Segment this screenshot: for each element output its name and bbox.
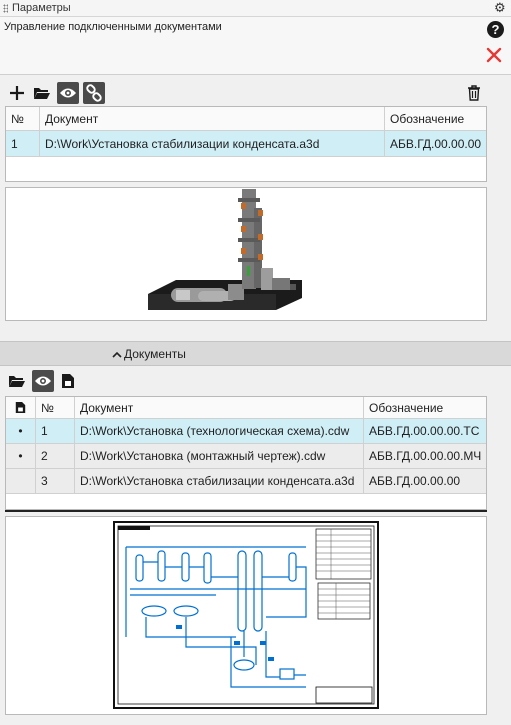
trash-icon	[468, 85, 480, 101]
page-subtitle: Управление подключенными документами	[4, 21, 222, 33]
preview-toggle-button-lower[interactable]	[32, 370, 54, 392]
row-number: 3	[36, 469, 75, 494]
column-header-number[interactable]: №	[6, 107, 40, 131]
divider	[5, 510, 487, 512]
model-preview	[5, 187, 487, 321]
window-title: Параметры	[12, 2, 71, 14]
document-link-button[interactable]	[57, 370, 79, 392]
column-header-number[interactable]: №	[36, 397, 75, 419]
row-linked-marker	[6, 469, 36, 494]
row-document: D:\Work\Установка стабилизации конденсат…	[75, 469, 364, 494]
table-row[interactable]: 1 D:\Work\Установка стабилизации конденс…	[6, 131, 486, 157]
connected-documents-table: № Документ Обозначение 1 D:\Work\Установ…	[5, 106, 487, 182]
open-folder-button[interactable]	[31, 82, 53, 104]
row-linked-marker: •	[6, 419, 36, 444]
documents-splitter[interactable]: Документы	[0, 341, 511, 366]
technological-scheme-drawing-image	[113, 521, 379, 709]
row-code: АБВ.ГД.00.00.00.МЧ	[364, 444, 486, 469]
row-number: 1	[36, 419, 75, 444]
add-button[interactable]	[6, 82, 28, 104]
row-code: АБВ.ГД.00.00.00.ТС	[364, 419, 486, 444]
delete-button[interactable]	[463, 82, 485, 104]
open-folder-button-lower[interactable]	[6, 370, 28, 392]
column-header-document[interactable]: Документ	[40, 107, 385, 131]
document-icon	[15, 402, 26, 413]
preview-toggle-button[interactable]	[57, 82, 79, 104]
row-code: АБВ.ГД.00.00.00	[364, 469, 486, 494]
folder-icon	[34, 88, 50, 99]
eye-icon	[35, 376, 51, 386]
row-linked-marker: •	[6, 444, 36, 469]
row-document: D:\Work\Установка стабилизации конденсат…	[40, 131, 385, 157]
table-header: № Документ Обозначение	[6, 107, 486, 131]
link-icon	[86, 84, 102, 102]
column-header-link[interactable]	[6, 397, 36, 419]
table-row[interactable]: • 2 D:\Work\Установка (монтажный чертеж)…	[6, 444, 486, 469]
table-row[interactable]: • 1 D:\Work\Установка (технологическая с…	[6, 419, 486, 444]
table-row[interactable]: 3 D:\Work\Установка стабилизации конденс…	[6, 469, 486, 494]
eye-icon	[60, 88, 76, 98]
column-header-code[interactable]: Обозначение	[385, 107, 486, 131]
drawing-preview	[5, 516, 487, 715]
title-bar: Параметры ⚙	[0, 0, 511, 17]
plus-icon	[10, 86, 24, 100]
help-icon[interactable]: ?	[487, 21, 504, 38]
gear-icon[interactable]: ⚙	[494, 1, 506, 15]
document-icon	[62, 374, 74, 388]
row-document: D:\Work\Установка (монтажный чертеж).cdw	[75, 444, 364, 469]
plant-3d-model-image	[148, 189, 302, 310]
column-header-code[interactable]: Обозначение	[364, 397, 486, 419]
grip-handle[interactable]	[3, 4, 8, 13]
column-header-document[interactable]: Документ	[75, 397, 364, 419]
documents-table: № Документ Обозначение • 1 D:\Work\Устан…	[5, 396, 487, 510]
row-number: 2	[36, 444, 75, 469]
splitter-label: Документы	[124, 347, 186, 361]
table-header: № Документ Обозначение	[6, 397, 486, 419]
folder-icon	[9, 376, 25, 387]
row-code: АБВ.ГД.00.00.00	[385, 131, 486, 157]
chevron-up-icon[interactable]	[112, 351, 122, 359]
row-number: 1	[6, 131, 40, 157]
connected-documents-panel: № Документ Обозначение 1 D:\Work\Установ…	[0, 76, 511, 340]
header: Управление подключенными документами ?	[0, 17, 511, 75]
close-icon[interactable]	[485, 46, 503, 64]
link-button[interactable]	[83, 82, 105, 104]
row-document: D:\Work\Установка (технологическая схема…	[75, 419, 364, 444]
